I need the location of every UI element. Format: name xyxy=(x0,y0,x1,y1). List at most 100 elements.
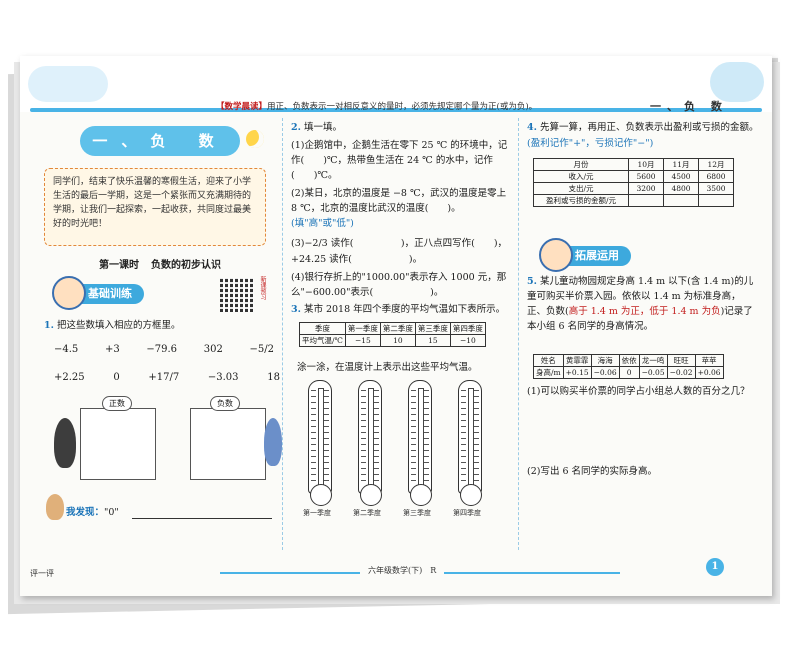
number-item: +3 xyxy=(104,344,120,355)
table-cell: 10 xyxy=(379,334,416,347)
table-cell: +0.15 xyxy=(562,366,592,379)
table-cell: 11月 xyxy=(663,158,699,171)
chapter-title: 一、负 数 xyxy=(80,126,240,156)
qr-code[interactable] xyxy=(220,278,254,312)
question-2-2: (2)某日，北京的温度是 −8 ℃，武汉的温度是零上 8 ℃，北京的温度比武汉的… xyxy=(291,186,511,231)
math-morning-reading: 【数学晨读】用正、负数表示一对相反意义的量时，必须先规定哪个量为正(或为负)。 xyxy=(216,100,537,112)
table-cell: 月份 xyxy=(533,158,629,171)
number-item: 18 xyxy=(267,372,280,383)
question-5-1: (1)可以购买半价票的同学占小组总人数的百分之几？ xyxy=(527,386,750,397)
footer-left-label: 评一评 xyxy=(30,569,54,578)
question-5: 5. 某儿童动物园规定身高 1.4 m 以下(含 1.4 m)的儿童可购买半价票… xyxy=(527,274,757,334)
table-cell: 4500 xyxy=(663,170,699,183)
negative-number-box[interactable] xyxy=(190,408,266,480)
table-cell: 季度 xyxy=(299,322,346,335)
boy-figure-icon xyxy=(264,418,282,466)
question-2-2-hint: (填"高"或"低") xyxy=(291,218,354,229)
page-number: 1 xyxy=(706,558,724,576)
number-item: −5/2 xyxy=(249,344,274,355)
table-cell: 5600 xyxy=(628,170,664,183)
lesson-label: 第一课时 xyxy=(99,260,139,271)
table-cell: 第一季度 xyxy=(344,322,381,335)
thermometer-group: 第一季度 第二季度 第三季度 第四季度 xyxy=(303,380,505,520)
question-2-2-text: (2)某日，北京的温度是 −8 ℃，武汉的温度是零上 8 ℃，北京的温度比武汉的… xyxy=(291,188,507,214)
table-cell: 平均气温/℃ xyxy=(299,334,346,347)
season-label: 第三季度 xyxy=(403,509,431,517)
number-item: −79.6 xyxy=(146,344,178,355)
section-tag-label: 拓展运用 xyxy=(575,249,619,262)
table-cell: −15 xyxy=(344,334,381,347)
answer-cell[interactable] xyxy=(698,194,734,207)
number-row-1: −4.5 +3 −79.6 302 −5/2 xyxy=(54,344,274,355)
table-cell: −10 xyxy=(449,334,486,347)
question-2-3a: (3)−2/3 读作( )，正八点四写作( )， xyxy=(291,238,508,249)
student-avatar-icon xyxy=(52,276,86,310)
table-cell: 4800 xyxy=(663,182,699,195)
table-row: 盈利或亏损的金额/元 xyxy=(533,194,734,207)
income-expense-table: 月份 10月 11月 12月 收入/元 5600 4500 6800 支出/元 … xyxy=(533,158,734,207)
thermometer-q3[interactable] xyxy=(405,380,435,506)
cloud-decoration xyxy=(28,66,108,102)
question-number: 2. xyxy=(291,122,301,133)
answer-cell[interactable] xyxy=(663,194,699,207)
table-cell: 盈利或亏损的金额/元 xyxy=(533,194,629,207)
lesson-heading: 第一课时 负数的初步认识 xyxy=(50,256,270,271)
table-cell: −0.06 xyxy=(590,366,620,379)
table-cell: 龙一鸣 xyxy=(638,354,668,367)
season-label: 第一季度 xyxy=(303,509,331,517)
table-cell: 15 xyxy=(414,334,451,347)
number-row-2: +2.25 0 +17/7 −3.03 18 xyxy=(54,372,280,383)
question-number: 3. xyxy=(291,304,301,315)
table-cell: 支出/元 xyxy=(533,182,629,195)
thermometer-q1[interactable] xyxy=(305,380,335,506)
positive-number-box[interactable] xyxy=(80,408,156,480)
reading-label: 【数学晨读】 xyxy=(216,102,268,112)
question-2-1: (1)企鹅馆中，企鹅生活在零下 25 ℃ 的环境中，记作( )℃，热带鱼生活在 … xyxy=(291,140,508,181)
positive-bubble: 正数 xyxy=(102,396,132,411)
table-cell: 0 xyxy=(618,366,640,379)
book-title: 六年级数学(下) R xyxy=(360,565,445,576)
thermometer-q2[interactable] xyxy=(355,380,385,506)
right-column: 4. 先算一算，再用正、负数表示出盈利或亏损的金额。 (盈利记作"+"，亏损记作… xyxy=(518,118,767,550)
number-item: −3.03 xyxy=(207,372,239,383)
table-cell: 收入/元 xyxy=(533,170,629,183)
qr-label: 新课预习 xyxy=(259,276,266,300)
question-2: 2. 填一填。 xyxy=(291,120,511,135)
number-item: −4.5 xyxy=(54,344,79,355)
question-text: 把这些数填入相应的方框里。 xyxy=(56,320,181,331)
table-cell: 3200 xyxy=(628,182,664,195)
table-header-row: 季度 第一季度 第二季度 第三季度 第四季度 xyxy=(299,322,486,335)
intro-box: 同学们，结束了快乐温馨的寒假生活，迎来了小学生活的最后一学期，这是一个紧张而又充… xyxy=(44,168,266,246)
workbook-page: 【数学晨读】用正、负数表示一对相反意义的量时，必须先规定哪个量为正(或为负)。 … xyxy=(20,56,772,596)
table-cell: 6800 xyxy=(698,170,734,183)
table-cell: 依依 xyxy=(618,354,640,367)
question-title: 填一填。 xyxy=(303,122,342,133)
section-tag-extension: 拓展运用 xyxy=(539,238,631,272)
question-1: 1. 把这些数填入相应的方框里。 xyxy=(44,318,180,333)
page-footer: 评一评 六年级数学(下) R 1 xyxy=(20,552,772,596)
table-header-row: 姓名 黄霏霏 海海 依依 龙一鸣 旺旺 苹苹 xyxy=(533,354,724,367)
number-item: 302 xyxy=(203,344,223,355)
question-5-highlight: 高于 1.4 m 为正，低于 1.4 m 为负 xyxy=(568,306,721,317)
season-label: 第二季度 xyxy=(353,509,381,517)
quarter-temperature-table: 季度 第一季度 第二季度 第三季度 第四季度 平均气温/℃ −15 10 15 … xyxy=(299,322,486,347)
number-item: +2.25 xyxy=(54,372,85,383)
thermometer-q4[interactable] xyxy=(455,380,485,506)
table-header-row: 月份 10月 11月 12月 xyxy=(533,158,734,171)
table-cell: 第四季度 xyxy=(449,322,486,335)
find-label-text: 我发现： xyxy=(66,507,105,518)
table-row: 身高/m +0.15 −0.06 0 −0.05 −0.02 +0.06 xyxy=(533,366,724,379)
question-2-4: (4)银行存折上的"1000.00"表示存入 1000 元，那么"−600.00… xyxy=(291,272,507,298)
find-label: 我发现："0" xyxy=(66,504,119,518)
question-text: 先算一算，再用正、负数表示出盈利或亏损的金额。 xyxy=(539,122,759,133)
table-row: 收入/元 5600 4500 6800 xyxy=(533,170,734,183)
question-5-2: (2)写出 6 名同学的实际身高。 xyxy=(527,466,658,477)
answer-cell[interactable] xyxy=(628,194,664,207)
table-cell: 黄霏霏 xyxy=(562,354,592,367)
find-answer-line[interactable] xyxy=(132,506,272,519)
question-3-note: 涂一涂，在温度计上表示出这些平均气温。 xyxy=(297,362,478,373)
girl-figure-icon xyxy=(54,418,76,468)
find-text: "0" xyxy=(104,507,119,518)
header-band: 【数学晨读】用正、负数表示一对相反意义的量时，必须先规定哪个量为正(或为负)。 … xyxy=(20,56,772,113)
moon-icon xyxy=(246,130,264,148)
